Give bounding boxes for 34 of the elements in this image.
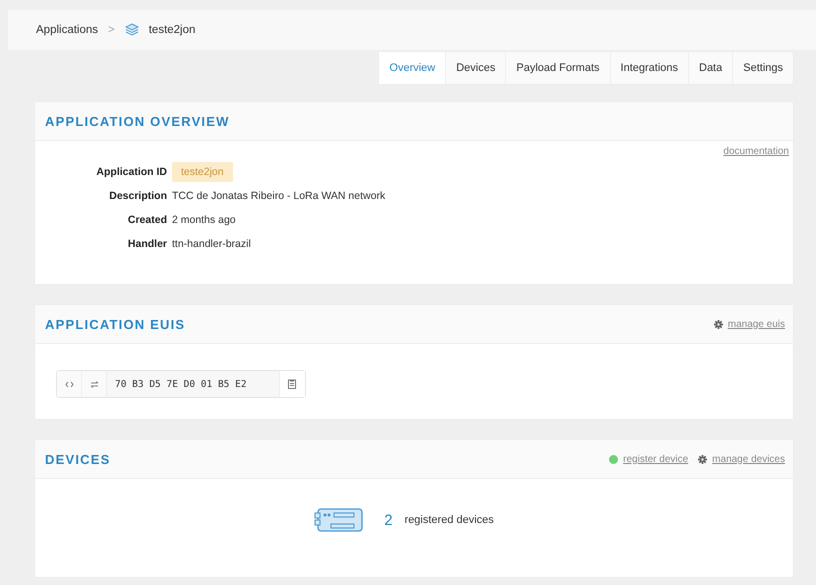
section-title: DEVICES <box>45 452 112 466</box>
field-value: 2 months ago <box>172 214 236 226</box>
breadcrumb-separator: > <box>108 24 115 36</box>
swap-icon <box>90 380 98 388</box>
code-icon <box>64 380 74 388</box>
tab[interactable]: Payload Formats <box>505 52 610 84</box>
breadcrumb-current: teste2jon <box>148 24 196 36</box>
field-label: Application ID <box>96 165 167 180</box>
tab[interactable]: Devices <box>445 52 506 84</box>
gear-icon <box>698 454 708 464</box>
section-title: APPLICATION OVERVIEW <box>45 114 231 128</box>
tab[interactable]: Data <box>688 52 732 84</box>
tab[interactable]: Settings <box>732 52 793 84</box>
field-label: Created <box>128 213 167 228</box>
documentation-link[interactable]: documentation <box>723 146 789 157</box>
tab[interactable]: Overview <box>379 52 446 84</box>
field-value: TCC de Jonatas Ribeiro - LoRa WAN network <box>172 190 386 202</box>
breadcrumb-link[interactable]: Applications <box>36 24 98 36</box>
device-count: 2 <box>384 512 393 528</box>
gear-icon <box>714 320 723 328</box>
field-label: Handler <box>128 237 167 252</box>
eui-value: 70 B3 D5 7E D0 01 B5 E2 <box>107 371 280 397</box>
field-label: Description <box>109 189 167 204</box>
device-icon <box>314 507 364 533</box>
status-dot-icon <box>609 454 618 464</box>
section-title: APPLICATION EUIS <box>45 316 186 332</box>
device-count-label: registered devices <box>404 514 494 526</box>
byte-order-button[interactable] <box>82 371 107 397</box>
id-badge: teste2jon <box>172 162 233 182</box>
format-toggle-button[interactable] <box>57 371 82 397</box>
field-value: ttn-handler-brazil <box>172 238 251 250</box>
tab[interactable]: Integrations <box>610 52 688 84</box>
stack-icon <box>124 23 139 37</box>
clipboard-icon <box>288 379 296 389</box>
